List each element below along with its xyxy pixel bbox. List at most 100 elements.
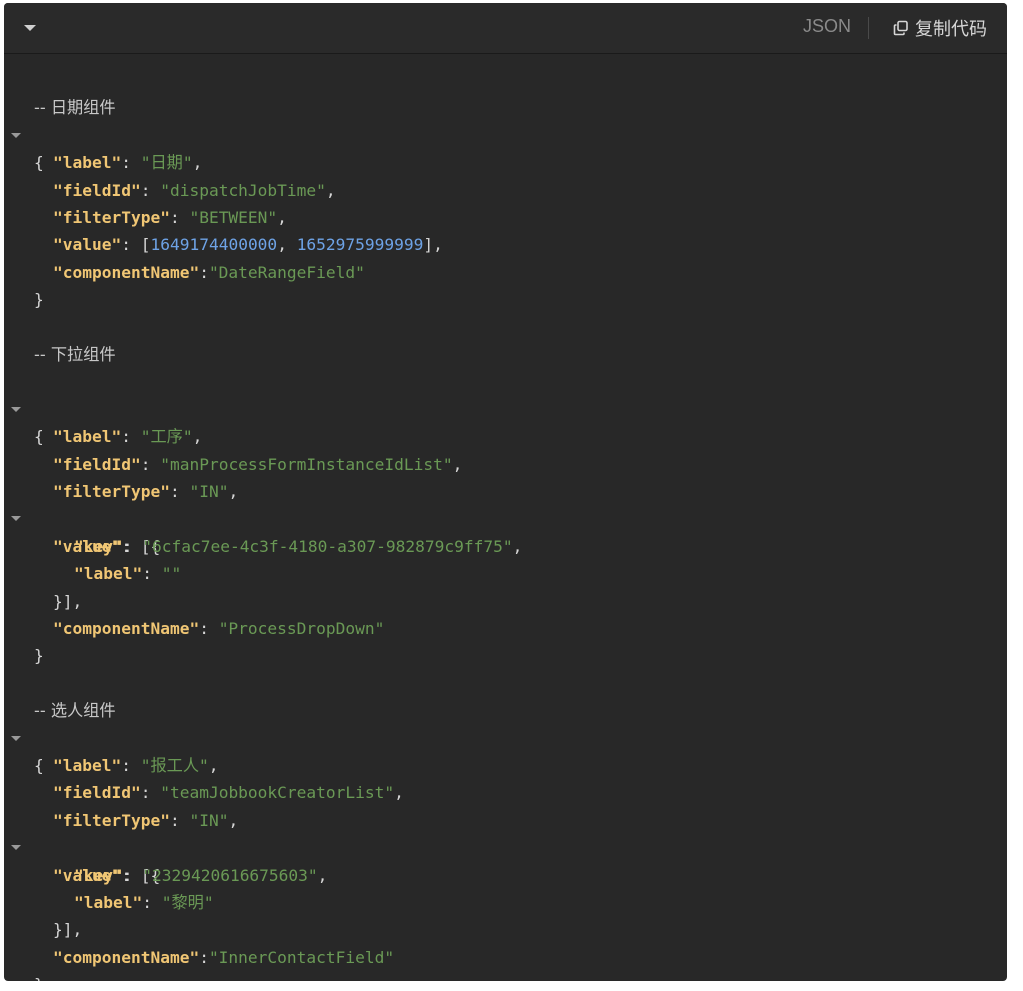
json-punctuation: : [ bbox=[121, 235, 151, 255]
json-punctuation: , bbox=[192, 153, 203, 173]
code-line: "label": "黎明" bbox=[4, 862, 214, 912]
copy-icon bbox=[893, 20, 909, 36]
line-text: "label": "黎明" bbox=[74, 889, 214, 916]
caret-down-icon[interactable] bbox=[20, 21, 40, 35]
line-text: "fieldId": "teamJobbookCreatorList", bbox=[53, 779, 404, 806]
code-line: "fieldId": "dispatchJobTime", bbox=[4, 149, 336, 200]
code-line: } bbox=[4, 944, 62, 981]
json-punctuation: : bbox=[121, 153, 141, 173]
json-key: "componentName" bbox=[53, 947, 200, 967]
json-punctuation: : bbox=[199, 619, 219, 638]
json-number-value: 1652975999999 bbox=[296, 235, 424, 255]
json-key: "fieldId" bbox=[53, 783, 141, 803]
json-punctuation: : bbox=[199, 947, 209, 967]
json-punctuation: : bbox=[122, 865, 143, 885]
code-line: "fieldId": "manProcessFormInstanceIdList… bbox=[4, 423, 462, 474]
copy-code-button[interactable]: 复制代码 bbox=[893, 15, 987, 41]
json-key: "filterType" bbox=[53, 208, 170, 227]
code-toolbar: JSON 复制代码 bbox=[4, 3, 1007, 54]
toolbar-divider bbox=[868, 17, 869, 39]
code-line: } bbox=[4, 615, 62, 665]
comment-dropdown: -- 下拉组件 bbox=[34, 345, 116, 364]
json-punctuation: , bbox=[228, 810, 239, 830]
line-text: "value": [1649174400000, 1652975999999], bbox=[53, 231, 443, 258]
json-punctuation: , bbox=[317, 865, 328, 885]
code-line: "label": "报工人", bbox=[4, 725, 219, 775]
json-string-value: "teamJobbookCreatorList" bbox=[160, 783, 395, 803]
code-line: { bbox=[4, 94, 62, 172]
json-string-value: "IN" bbox=[189, 810, 229, 830]
line-text: "key": "6cfac7ee-4c3f-4180-a307-982879c9… bbox=[74, 533, 522, 560]
json-punctuation: , bbox=[512, 536, 523, 556]
json-key: "fieldId" bbox=[53, 454, 141, 474]
json-key: "componentName" bbox=[53, 619, 200, 638]
json-number-value: 1649174400000 bbox=[150, 235, 278, 255]
code-block: JSON 复制代码 -- 日期组件 { "label": "日期", "fiel… bbox=[4, 3, 1007, 981]
line-text: "componentName":"DateRangeField" bbox=[53, 259, 365, 286]
line-text: "label": "工序", bbox=[53, 423, 202, 450]
code-line: -- 日期组件 bbox=[4, 67, 116, 117]
json-punctuation: : bbox=[140, 454, 161, 474]
code-line: "key": "2329420616675603", bbox=[4, 834, 327, 885]
json-string-value: "DateRangeField" bbox=[208, 262, 365, 282]
json-punctuation: : bbox=[142, 564, 162, 584]
line-text: "fieldId": "manProcessFormInstanceIdList… bbox=[53, 451, 462, 478]
line-text: "label": "报工人", bbox=[53, 752, 219, 779]
json-punctuation: : bbox=[122, 536, 143, 556]
json-string-value: "ProcessDropDown" bbox=[218, 619, 385, 638]
json-string-value: "IN" bbox=[189, 482, 229, 501]
code-line: { bbox=[4, 697, 62, 775]
json-key: "label" bbox=[74, 564, 143, 584]
json-string-value: "工序" bbox=[140, 427, 193, 447]
line-text: "componentName":"InnerContactField" bbox=[53, 944, 394, 971]
copy-code-label: 复制代码 bbox=[915, 19, 987, 40]
json-punctuation: : bbox=[121, 756, 141, 775]
json-punctuation: , bbox=[394, 783, 404, 803]
json-punctuation: , bbox=[325, 180, 336, 200]
json-punctuation: : bbox=[169, 208, 190, 227]
code-line: "label": "" bbox=[4, 533, 181, 583]
json-string-value: "黎明" bbox=[161, 893, 214, 912]
code-line: "value": [{ bbox=[4, 478, 160, 556]
line-text: "fieldId": "dispatchJobTime", bbox=[53, 177, 336, 204]
code-line: -- 选人组件 bbox=[4, 670, 116, 720]
code-line: "label": "工序", bbox=[4, 396, 202, 446]
json-key: "label" bbox=[53, 153, 122, 173]
json-key: "filterType" bbox=[53, 810, 170, 830]
json-string-value: "manProcessFormInstanceIdList" bbox=[160, 454, 453, 474]
json-key: "filterType" bbox=[53, 482, 170, 501]
json-punctuation: : bbox=[169, 810, 190, 830]
json-punctuation: : bbox=[199, 262, 209, 282]
json-key: "componentName" bbox=[53, 262, 200, 282]
json-string-value: "日期" bbox=[140, 153, 193, 173]
code-area[interactable]: -- 日期组件 { "label": "日期", "fieldId": "dis… bbox=[4, 54, 1007, 981]
json-punctuation: : bbox=[121, 427, 141, 447]
json-key: "label" bbox=[53, 756, 122, 775]
json-punctuation: , bbox=[208, 756, 219, 775]
json-key: "label" bbox=[53, 427, 122, 447]
line-text: "componentName": "ProcessDropDown" bbox=[53, 615, 384, 642]
json-key: "value" bbox=[53, 235, 122, 255]
code-line: "fieldId": "teamJobbookCreatorList", bbox=[4, 752, 404, 802]
json-string-value: "BETWEEN" bbox=[189, 208, 278, 227]
json-string-value: "2329420616675603" bbox=[142, 865, 318, 885]
json-punctuation: : bbox=[169, 482, 190, 501]
json-key: "key" bbox=[74, 865, 123, 885]
code-line: } bbox=[4, 259, 62, 309]
json-string-value: "" bbox=[161, 564, 182, 584]
json-punctuation: : bbox=[142, 893, 162, 912]
close-brace: } bbox=[34, 971, 44, 981]
code-line: }], bbox=[4, 560, 82, 611]
json-key: "key" bbox=[74, 536, 123, 556]
line-text: "filterType": "IN", bbox=[53, 478, 238, 505]
json-punctuation: ], bbox=[423, 235, 443, 255]
code-line: "filterType": "IN", bbox=[4, 451, 238, 501]
close-brace: } bbox=[34, 646, 44, 666]
json-punctuation: : bbox=[140, 783, 161, 803]
code-line: "componentName": "ProcessDropDown" bbox=[4, 588, 384, 638]
code-line: "value": [{ bbox=[4, 807, 160, 885]
code-line: "filterType": "IN", bbox=[4, 779, 238, 830]
line-text: "key": "2329420616675603", bbox=[74, 862, 327, 889]
json-string-value: "6cfac7ee-4c3f-4180-a307-982879c9ff75" bbox=[142, 536, 513, 556]
code-line: "componentName":"InnerContactField" bbox=[4, 916, 394, 967]
